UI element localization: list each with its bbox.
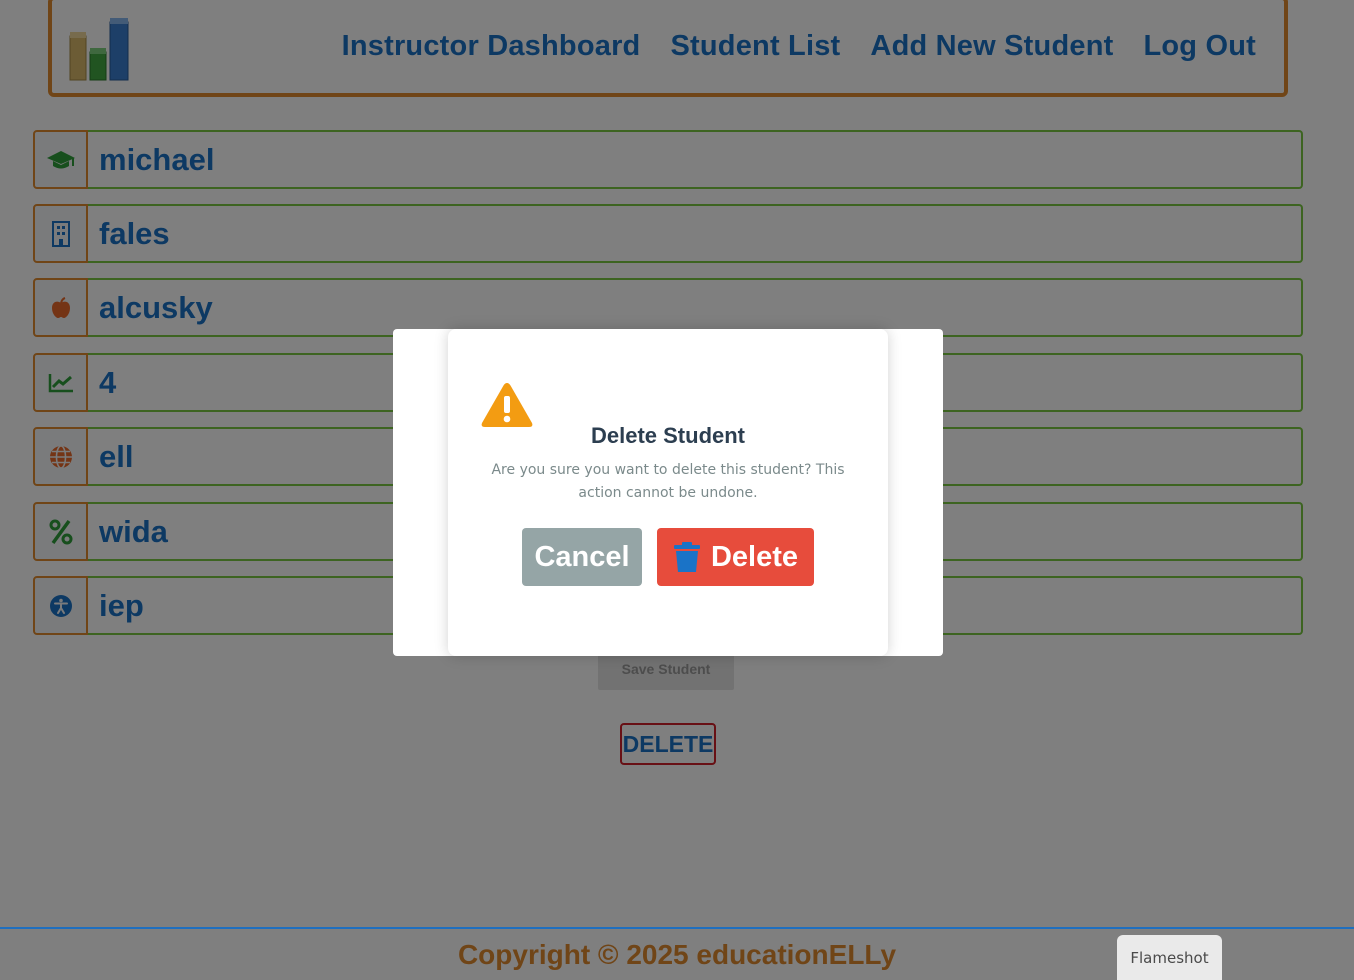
trash-icon bbox=[673, 542, 700, 572]
confirm-delete-button[interactable]: Delete bbox=[657, 528, 814, 586]
modal-title: Delete Student bbox=[590, 423, 746, 448]
modal-message: Are you sure you want to delete this stu… bbox=[491, 462, 845, 501]
warning-icon bbox=[481, 383, 533, 427]
delete-confirm-dialog: Delete Student Are you sure you want to … bbox=[448, 329, 888, 656]
flameshot-taskbar-button[interactable]: Flameshot bbox=[1117, 935, 1222, 980]
cancel-button[interactable]: Cancel bbox=[522, 528, 642, 586]
confirm-delete-label: Delete bbox=[710, 540, 799, 573]
